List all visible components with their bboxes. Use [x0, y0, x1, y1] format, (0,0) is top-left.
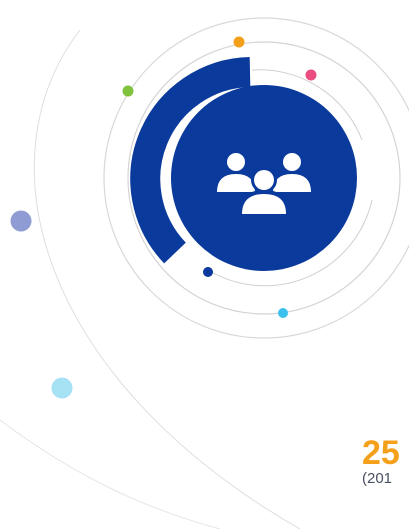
stat-value: 25: [362, 434, 400, 472]
orbit-dot-lavender: [10, 210, 32, 232]
orbit-dot-orange: [233, 36, 245, 48]
orbit-dot-pink: [305, 69, 317, 81]
outer-orbit-arc-2: [0, 419, 221, 529]
infographic-panel: 25 (201: [0, 0, 409, 529]
stat-block: 25 (201: [362, 436, 400, 486]
orbit-dot-light-cyan: [51, 377, 73, 399]
orbit-dot-navy: [203, 267, 213, 277]
stat-caption: (201: [362, 470, 393, 487]
orbit-dot-green: [122, 85, 134, 97]
orbit-graphic: [0, 17, 409, 529]
orbit-dot-cyan: [278, 308, 288, 318]
